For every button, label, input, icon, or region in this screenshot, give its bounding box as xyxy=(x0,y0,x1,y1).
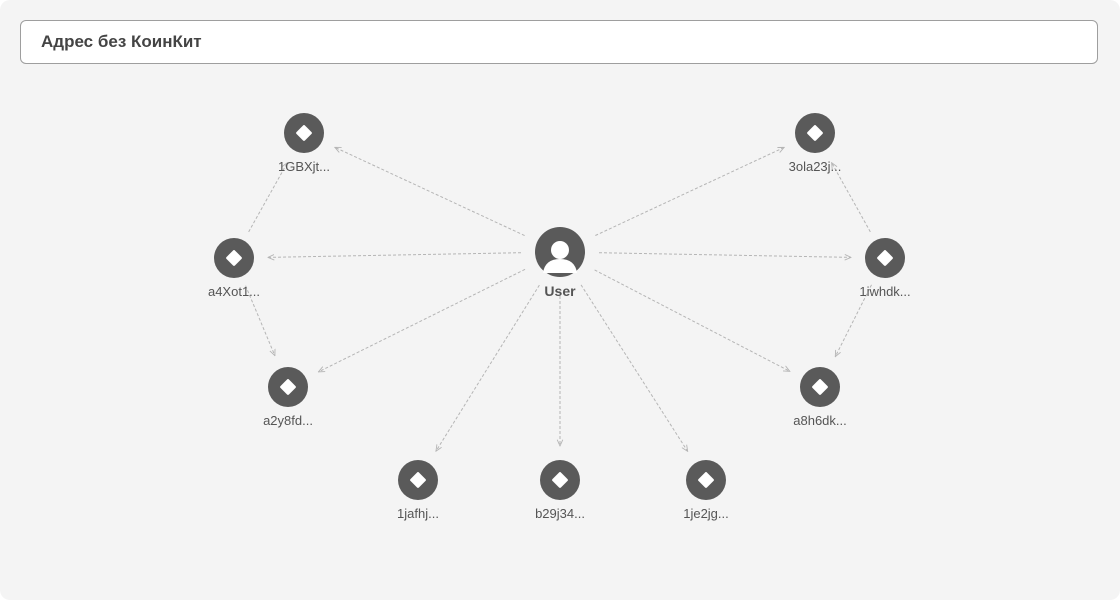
address-node-label: 1jafhj... xyxy=(397,506,439,521)
graph-panel: Адрес без КоинКит 1GBXjt... a4Xot1... a2y8… xyxy=(0,0,1120,600)
address-node-3[interactable]: a2y8fd... xyxy=(263,367,313,428)
edge-user-n1 xyxy=(335,147,525,237)
address-node-9[interactable]: 3ola23j... xyxy=(789,113,842,174)
address-node-label: a8h6dk... xyxy=(793,413,847,428)
edge-user-n3 xyxy=(318,268,526,372)
edge-user-n2 xyxy=(268,252,522,258)
address-node-label: b29j34... xyxy=(535,506,585,521)
address-node-5[interactable]: b29j34... xyxy=(535,460,585,521)
address-node-label: a4Xot1... xyxy=(208,284,260,299)
address-node-2[interactable]: a4Xot1... xyxy=(208,238,260,299)
address-node-7[interactable]: a8h6dk... xyxy=(793,367,847,428)
edge-user-n8 xyxy=(598,252,851,258)
user-node[interactable]: User xyxy=(535,227,585,299)
edge-user-n9 xyxy=(595,147,784,236)
address-node-label: 1je2jg... xyxy=(683,506,729,521)
edges-layer xyxy=(245,147,872,451)
edge-user-n7 xyxy=(594,269,790,371)
address-node-8[interactable]: 1iwhdk... xyxy=(859,238,911,299)
address-node-label: 1iwhdk... xyxy=(859,284,910,299)
user-node-label: User xyxy=(544,283,576,299)
address-node-4[interactable]: 1jafhj... xyxy=(397,460,439,521)
address-graph: 1GBXjt... a4Xot1... a2y8fd... 1jafhj... b29j… xyxy=(208,113,911,521)
nodes-layer: 1GBXjt... a4Xot1... a2y8fd... 1jafhj... b29j… xyxy=(208,113,911,521)
address-node-label: a2y8fd... xyxy=(263,413,313,428)
address-node-label: 1GBXjt... xyxy=(278,159,330,174)
address-node-6[interactable]: 1je2jg... xyxy=(683,460,729,521)
edge-user-n4 xyxy=(436,284,540,451)
address-node-label: 3ola23j... xyxy=(789,159,842,174)
address-node-1[interactable]: 1GBXjt... xyxy=(278,113,330,174)
